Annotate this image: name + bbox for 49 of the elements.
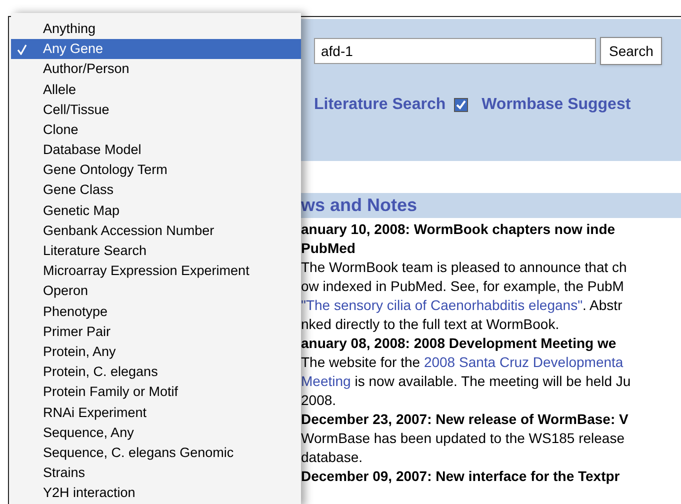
menu-item[interactable]: Sequence, Any [11,422,301,443]
check-icon [456,100,466,110]
literature-search-link[interactable]: Literature Search [314,93,446,117]
search-field[interactable]: afd-1 [314,38,596,64]
news-text: nked directly to the full text at WormBook. [301,315,560,334]
checkmark-icon [17,44,27,55]
menu-item[interactable]: Anything [11,19,301,40]
news-text: The WormBook team is pleased to announce that ch [301,258,628,277]
news-link[interactable]: Meeting [301,373,351,389]
menu-item[interactable]: Operon [11,281,301,302]
news-headline: December 23, 2007: New release of WormBase: V [301,410,630,429]
menu-item[interactable]: RNAi Experiment [11,402,301,423]
news-text: database. [301,448,364,467]
menu-item[interactable]: Protein Family or Motif [11,382,301,403]
menu-item[interactable]: Author/Person [11,59,301,80]
news-link[interactable]: 2008 Santa Cruz Developmenta [424,354,624,370]
menu-item[interactable]: Database Model [11,140,301,160]
menu-item[interactable]: Protein, Any [11,342,301,362]
menu-item[interactable]: Microarray Expression Experiment [11,261,301,282]
news-text: The website for the [301,354,422,370]
news-link[interactable]: "The sensory cilia of Caenorhabditis elegans" [301,297,583,313]
menu-item[interactable]: Protein, C. elegans [11,362,301,382]
news-text: WormBase has been updated to the WS185 release [301,429,626,448]
search-button[interactable]: Search [600,37,662,65]
news-headline: anuary 10, 2008: WormBook chapters now inde [301,220,616,239]
news-title: ws and Notes [301,194,418,217]
menu-item[interactable]: Y2H interaction [11,483,301,504]
menu-item[interactable]: Phenotype [11,302,301,322]
news-text: is now available. The meeting will be held Ju [354,373,631,389]
checkbox[interactable] [454,98,468,112]
menu-item[interactable]: Genbank Accession Number [11,220,301,242]
news-headline: anuary 08, 2008: 2008 Development Meeting we [301,334,618,353]
menu-item[interactable]: Gene Class [11,180,301,201]
news-text: ow indexed in PubMed. See, for example, the PubM [301,277,625,296]
wormbase-suggest-link[interactable]: Wormbase Suggest [482,93,631,117]
news-text: . Abstr [582,297,622,313]
menu-item[interactable]: Cell/Tissue [11,100,301,120]
news-headline: December 09, 2007: New interface for the Textpr [301,467,621,486]
menu-item[interactable]: Clone [11,120,301,140]
menu-item[interactable]: Strains [11,463,301,484]
menu-item[interactable]: Primer Pair [11,322,301,342]
menu-item[interactable]: Allele [11,80,301,100]
menu-item[interactable]: Genetic Map [11,200,301,221]
news-text: 2008. [301,391,338,410]
menu-item[interactable]: Any Gene [11,39,301,60]
menu-item[interactable]: Sequence, C. elegans Genomic [11,442,301,464]
menu-item[interactable]: Gene Ontology Term [11,160,301,180]
news-headline: PubMed [301,239,356,258]
menu-item[interactable]: Literature Search [11,241,301,262]
